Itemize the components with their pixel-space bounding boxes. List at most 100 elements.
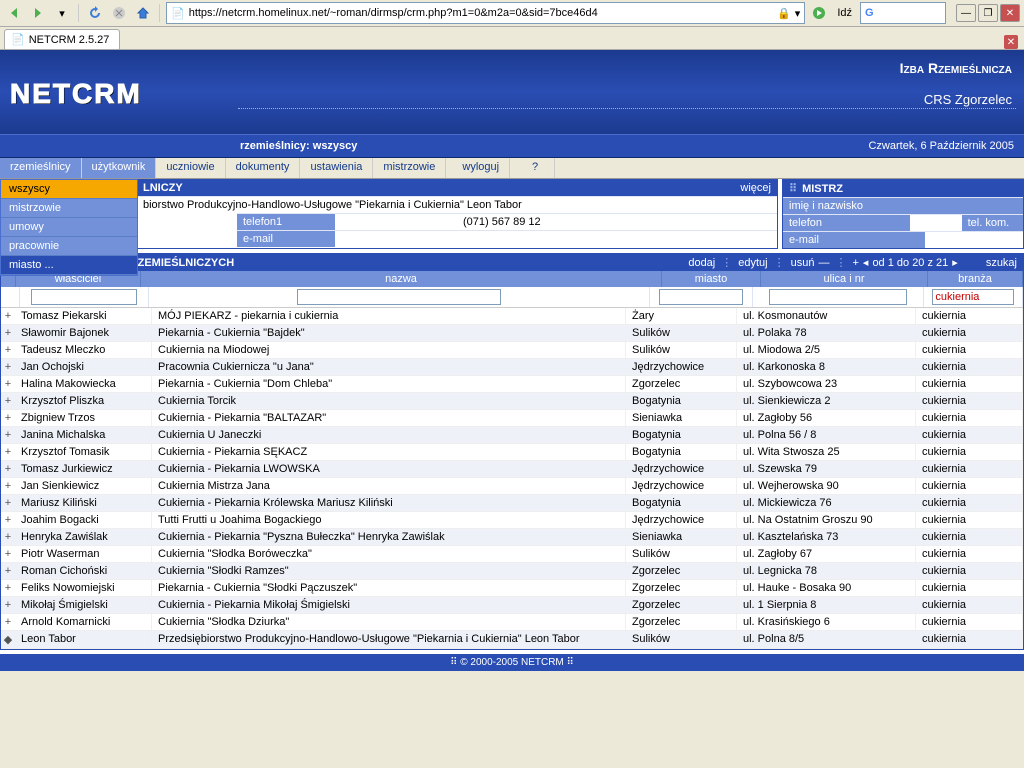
expand-icon[interactable]: + xyxy=(1,495,15,511)
prev-icon[interactable]: ◂ xyxy=(863,256,869,269)
filter-name[interactable] xyxy=(297,289,501,305)
go-icon[interactable] xyxy=(809,3,829,23)
expand-icon[interactable]: + xyxy=(1,614,15,630)
table-row[interactable]: +Sławomir BajonekPiekarnia - Cukiernia "… xyxy=(1,325,1023,342)
table-row[interactable]: +Tomasz PiekarskiMÓJ PIEKARZ - piekarnia… xyxy=(1,308,1023,325)
expand-icon[interactable]: + xyxy=(1,308,15,324)
content: wszyscy mistrzowie umowy pracownie miast… xyxy=(0,179,1024,249)
expand-icon[interactable]: + xyxy=(1,444,15,460)
col-branch[interactable]: branża xyxy=(928,271,1023,287)
table-row[interactable]: +Arnold KomarnickiCukiernia "Słodka Dziu… xyxy=(1,614,1023,631)
cell-name: Cukiernia - Piekarnia "BALTAZAR" xyxy=(152,410,626,426)
collapse-icon[interactable]: — xyxy=(818,257,829,269)
col-name[interactable]: nazwa xyxy=(141,271,662,287)
cell-city: Żary xyxy=(626,308,737,324)
expand-icon[interactable]: + xyxy=(1,427,15,443)
add-button[interactable]: dodaj xyxy=(688,257,715,269)
menu-ustawienia[interactable]: ustawienia xyxy=(300,158,373,178)
menu-wyloguj[interactable]: wyloguj xyxy=(452,158,510,178)
table-row[interactable]: +Feliks NowomiejskiPiekarnia - Cukiernia… xyxy=(1,580,1023,597)
dropdown-icon[interactable]: ▾ xyxy=(795,7,801,20)
cell-owner: Joahim Bogacki xyxy=(15,512,152,528)
table-row[interactable]: +Tomasz JurkiewiczCukiernia - Piekarnia … xyxy=(1,461,1023,478)
close-icon[interactable]: ✕ xyxy=(1000,4,1020,22)
menu-help[interactable]: ? xyxy=(516,158,555,178)
menu-mistrzowie[interactable]: mistrzowie xyxy=(373,158,446,178)
menu-uczniowie[interactable]: uczniowie xyxy=(156,158,225,178)
forward-icon[interactable] xyxy=(28,3,48,23)
expand-icon[interactable]: + xyxy=(1,359,15,375)
mistrz-header: ⠿ MISTRZ xyxy=(783,180,1023,197)
url-bar[interactable]: 📄 https://netcrm.homelinux.net/~roman/di… xyxy=(166,2,805,24)
mistrz-panel: ⠿ MISTRZ imię i nazwisko telefon tel. ko… xyxy=(782,179,1024,249)
dd-pracownie[interactable]: pracownie xyxy=(1,237,137,256)
table-row[interactable]: +Piotr WasermanCukiernia "Słodka Borówec… xyxy=(1,546,1023,563)
table-row[interactable]: ◆Leon TaborPrzedsiębiorstwo Produkcyjno-… xyxy=(1,631,1023,649)
dd-umowy[interactable]: umowy xyxy=(1,218,137,237)
dropdown-icon[interactable]: ▾ xyxy=(52,3,72,23)
expand-icon[interactable]: + xyxy=(1,546,15,562)
table-row[interactable]: +Jan OchojskiPracownia Cukiernicza "u Ja… xyxy=(1,359,1023,376)
table-row[interactable]: +Henryka ZawiślakCukiernia - Piekarnia "… xyxy=(1,529,1023,546)
tab-close-icon[interactable]: ✕ xyxy=(1004,35,1018,49)
minimize-icon[interactable]: — xyxy=(956,4,976,22)
reload-icon[interactable] xyxy=(85,3,105,23)
filter-owner[interactable] xyxy=(31,289,136,305)
back-icon[interactable] xyxy=(4,3,24,23)
expand-icon[interactable]: + xyxy=(1,478,15,494)
more-link[interactable]: więcej xyxy=(740,182,771,194)
home-icon[interactable] xyxy=(133,3,153,23)
tab-title: NETCRM 2.5.27 xyxy=(29,34,110,46)
table-row[interactable]: +Janina MichalskaCukiernia U JaneczkiBog… xyxy=(1,427,1023,444)
main-menu: rzemieślnicy użytkownik uczniowie dokume… xyxy=(0,158,1024,179)
expand-icon[interactable]: + xyxy=(1,342,15,358)
table-row[interactable]: +Roman CichońskiCukiernia "Słodki Ramzes… xyxy=(1,563,1023,580)
edit-button[interactable]: edytuj xyxy=(738,257,767,269)
stop-icon[interactable] xyxy=(109,3,129,23)
menu-uzytkownik[interactable]: użytkownik xyxy=(82,158,157,178)
table-row[interactable]: +Tadeusz MleczkoCukiernia na MiodowejSul… xyxy=(1,342,1023,359)
restore-icon[interactable]: ❐ xyxy=(978,4,998,22)
browser-search[interactable]: G xyxy=(860,2,946,24)
expand-icon[interactable]: + xyxy=(1,376,15,392)
search-button[interactable]: szukaj xyxy=(986,257,1017,269)
table-row[interactable]: +Mikołaj ŚmigielskiCukiernia - Piekarnia… xyxy=(1,597,1023,614)
cell-branch: cukiernia xyxy=(916,512,1023,528)
cell-name: MÓJ PIEKARZ - piekarnia i cukiernia xyxy=(152,308,626,324)
delete-button[interactable]: usuń xyxy=(791,257,815,269)
table-row[interactable]: +Zbigniew TrzosCukiernia - Piekarnia "BA… xyxy=(1,410,1023,427)
expand-icon[interactable]: + xyxy=(1,597,15,613)
expand-icon[interactable]: + xyxy=(1,563,15,579)
expand-icon[interactable]: + xyxy=(1,580,15,596)
menu-rzemieslnicy[interactable]: rzemieślnicy xyxy=(0,158,82,178)
filter-branch[interactable] xyxy=(932,289,1013,305)
cell-branch: cukiernia xyxy=(916,376,1023,392)
cell-street: ul. Zagłoby 56 xyxy=(737,410,916,426)
filter-street[interactable] xyxy=(769,289,908,305)
lock-icon: 🔒 xyxy=(777,7,791,20)
expand-icon[interactable]: + xyxy=(1,393,15,409)
table-row[interactable]: +Halina MakowieckaPiekarnia - Cukiernia … xyxy=(1,376,1023,393)
browser-tab[interactable]: 📄 NETCRM 2.5.27 xyxy=(4,29,120,49)
expand-icon[interactable]: + xyxy=(1,529,15,545)
dd-wszyscy[interactable]: wszyscy xyxy=(1,180,137,199)
col-street[interactable]: ulica i nr xyxy=(761,271,928,287)
expand-icon[interactable]: + xyxy=(1,512,15,528)
url-text: https://netcrm.homelinux.net/~roman/dirm… xyxy=(189,7,773,19)
menu-dokumenty[interactable]: dokumenty xyxy=(226,158,301,178)
expand-icon[interactable]: + xyxy=(1,410,15,426)
expand-icon[interactable]: + xyxy=(1,325,15,341)
col-city[interactable]: miasto xyxy=(662,271,761,287)
expand-icon[interactable]: + xyxy=(852,257,858,269)
table-row[interactable]: +Krzysztof TomasikCukiernia - Piekarnia … xyxy=(1,444,1023,461)
table-row[interactable]: +Joahim BogackiTutti Frutti u Joahima Bo… xyxy=(1,512,1023,529)
expand-icon[interactable]: ◆ xyxy=(1,631,15,648)
filter-city[interactable] xyxy=(659,289,743,305)
dd-miasto[interactable]: miasto ... xyxy=(1,256,137,275)
next-icon[interactable]: ▸ xyxy=(952,256,958,269)
table-row[interactable]: +Mariusz KilińskiCukiernia - Piekarnia K… xyxy=(1,495,1023,512)
table-row[interactable]: +Krzysztof PliszkaCukiernia TorcikBogaty… xyxy=(1,393,1023,410)
dd-mistrzowie[interactable]: mistrzowie xyxy=(1,199,137,218)
expand-icon[interactable]: + xyxy=(1,461,15,477)
table-row[interactable]: +Jan SienkiewiczCukiernia Mistrza JanaJę… xyxy=(1,478,1023,495)
